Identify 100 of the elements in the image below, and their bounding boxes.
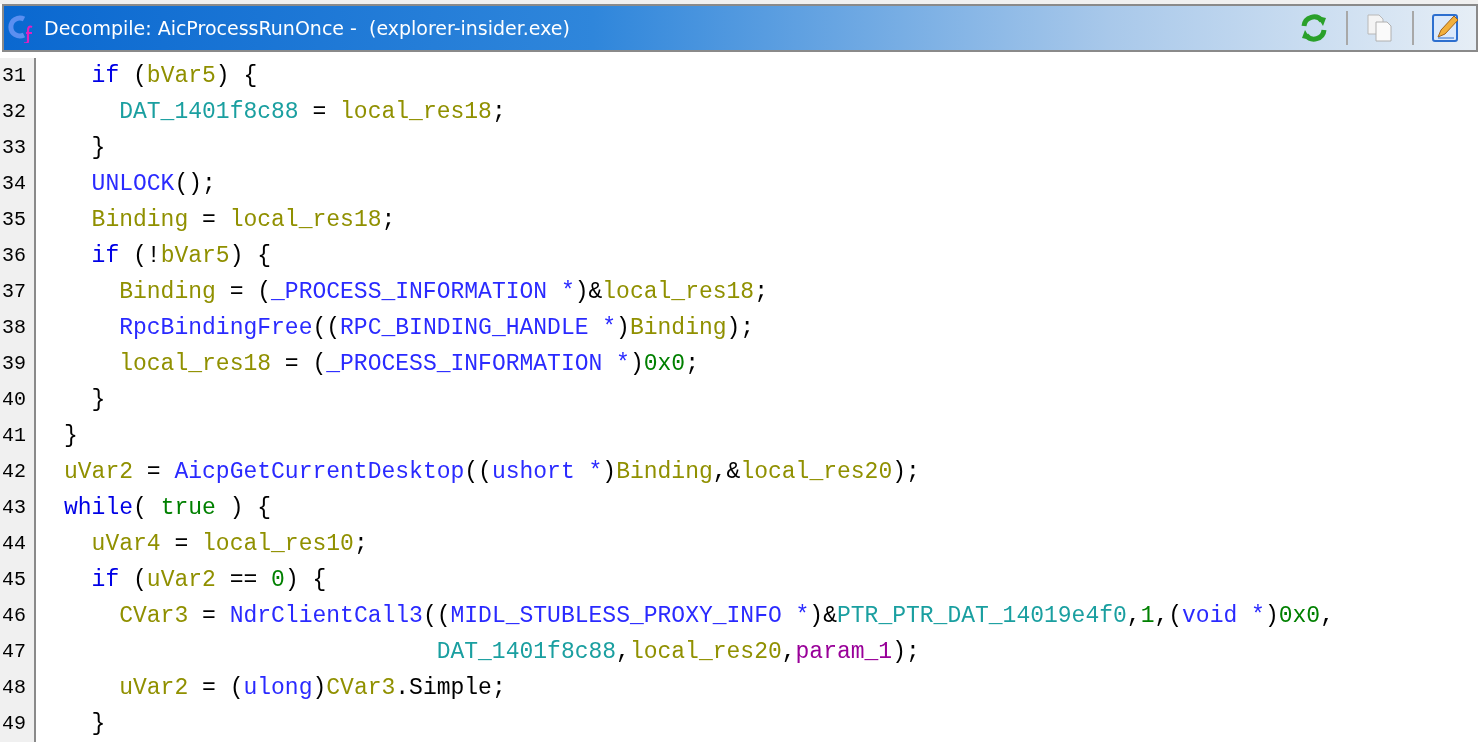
code-text: (! [132, 243, 161, 269]
code-variable: Binding [90, 207, 189, 233]
code-text: ); [892, 639, 920, 665]
line-number: 34 [1, 171, 27, 197]
line-number: 48 [1, 675, 27, 701]
code-text: .Simple; [395, 675, 506, 701]
code-variable: local_res18 [340, 99, 492, 125]
code-text: ; [381, 207, 396, 233]
code-text: } [90, 135, 106, 161]
line-number: 45 [1, 567, 27, 593]
window-title: Decompile: AicProcessRunOnce - (explorer-insider.exe) [44, 17, 570, 39]
code-constant: 0 [271, 567, 285, 593]
code-type: RPC_BINDING_HANDLE * [340, 315, 617, 341]
code-text: ); [892, 459, 920, 485]
code-text: ; [491, 99, 506, 125]
code-parameter: param_1 [795, 639, 893, 665]
line-number: 47 [1, 639, 27, 665]
line-number: 35 [1, 207, 27, 233]
code-text: ( [132, 63, 147, 89]
code-keyword: if [90, 243, 120, 269]
code-text: ) { [284, 567, 327, 593]
code-variable: CVar3 [326, 675, 396, 701]
code-function: NdrClientCall3 [229, 603, 423, 629]
code-text: = ( [228, 279, 272, 305]
code-variable: Binding [118, 279, 216, 305]
code-constant: 0x0 [1278, 603, 1321, 629]
code-text: ) { [228, 495, 272, 521]
code-function: AicpGetCurrentDesktop [174, 459, 465, 485]
code-text: ,& [712, 459, 741, 485]
code-text: ; [754, 279, 768, 305]
code-text: (( [312, 315, 341, 341]
line-number: 37 [1, 279, 27, 305]
code-text: (( [464, 459, 492, 485]
code-text: ); [726, 315, 755, 341]
code-keyword: while [64, 495, 133, 521]
code-text: ) [629, 351, 644, 377]
code-global: PTR_PTR_DAT_14019e4f0 [836, 603, 1127, 629]
code-text: ) { [229, 243, 272, 269]
code-text: } [90, 387, 106, 413]
code-text: (); [174, 171, 216, 197]
code-text: )& [809, 603, 837, 629]
line-number: 49 [1, 711, 27, 737]
code-text: = [145, 459, 162, 485]
code-type: ulong [243, 675, 313, 701]
code-text: )& [574, 279, 603, 305]
code-global: DAT_1401f8c88 [435, 639, 617, 665]
code-variable: Binding [616, 459, 713, 485]
code-variable: local_res20 [740, 459, 893, 485]
code-text: , [616, 639, 630, 665]
line-number: 39 [1, 351, 27, 377]
code-text: ) { [215, 63, 258, 89]
code-variable: CVar3 [118, 603, 189, 629]
code-constant: true [160, 495, 216, 521]
code-variable: uVar2 [146, 567, 216, 593]
line-number: 42 [1, 459, 27, 485]
code-variable: uVar2 [64, 459, 133, 485]
code-text: ) [312, 675, 327, 701]
line-number: 31 [1, 63, 27, 89]
code-variable: local_res20 [629, 639, 782, 665]
line-number: 46 [1, 603, 27, 629]
line-number: 40 [1, 387, 27, 413]
code-variable: local_res18 [229, 207, 382, 233]
line-number: 38 [1, 315, 27, 341]
code-variable: local_res10 [202, 531, 354, 557]
code-variable: bVar5 [160, 243, 230, 269]
code-text: == [228, 567, 259, 593]
code-function: RpcBindingFree [118, 315, 313, 341]
code-constant: 0x0 [643, 351, 686, 377]
code-variable: uVar2 [118, 675, 189, 701]
code-text: , [1320, 603, 1334, 629]
code-type: _PROCESS_INFORMATION * [326, 351, 630, 377]
code-text: ( [133, 495, 148, 521]
code-text: = [201, 603, 217, 629]
line-number: 43 [1, 495, 27, 521]
code-constant: 1 [1140, 603, 1155, 629]
code-text: } [64, 423, 78, 449]
code-text: = [201, 207, 217, 233]
code-text: } [90, 711, 106, 737]
code-type: void * [1182, 603, 1265, 629]
line-number: 32 [1, 99, 27, 125]
code-text: ) [602, 459, 617, 485]
code-variable: bVar5 [146, 63, 216, 89]
code-text: = ( [283, 351, 327, 377]
code-text: , [781, 639, 796, 665]
code-keyword: if [90, 63, 120, 89]
code-text: (( [422, 603, 451, 629]
code-variable: uVar4 [90, 531, 161, 557]
line-number: 44 [1, 531, 27, 557]
code-type: MIDL_STUBLESS_PROXY_INFO * [450, 603, 810, 629]
code-text: = [311, 99, 328, 125]
code-text: ,( [1154, 603, 1183, 629]
code-text: ; [353, 531, 368, 557]
code-variable: local_res18 [602, 279, 755, 305]
code-keyword: if [90, 567, 120, 593]
code-type: _PROCESS_INFORMATION * [271, 279, 575, 305]
code-global: DAT_1401f8c88 [118, 99, 299, 125]
code-function: UNLOCK [90, 171, 175, 197]
code-text: ; [685, 351, 699, 377]
code-type: ushort * [491, 459, 603, 485]
line-number: 33 [1, 135, 27, 161]
